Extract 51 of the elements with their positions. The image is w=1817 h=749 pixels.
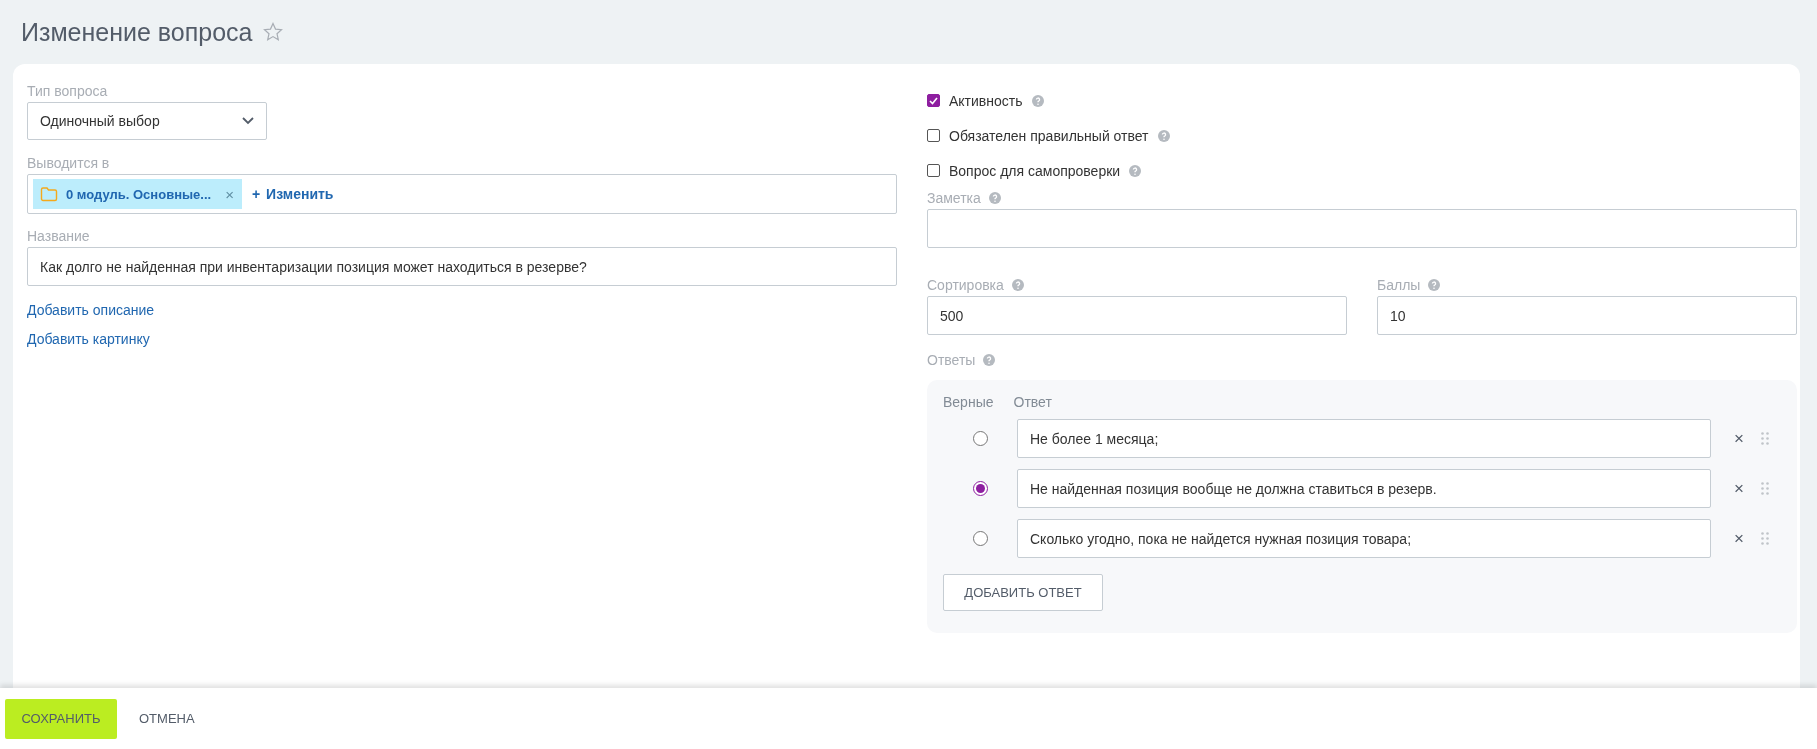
sort-field[interactable]: 500 [927, 296, 1347, 335]
checkbox[interactable] [927, 129, 940, 142]
answer-field[interactable]: Не найденная позиция вообще не должна ставиться в резерв. [1017, 469, 1711, 508]
add-answer-button[interactable]: ДОБАВИТЬ ОТВЕТ [943, 574, 1103, 611]
save-button[interactable]: СОХРАНИТЬ [5, 698, 117, 739]
correct-radio[interactable] [972, 481, 988, 496]
note-field[interactable] [927, 209, 1797, 248]
checkbox[interactable] [927, 164, 940, 177]
correct-radio[interactable] [972, 531, 988, 546]
column-header: Ответ [1013, 394, 1052, 410]
add-link[interactable]: Добавить картинку [27, 331, 150, 347]
help-icon[interactable] [983, 354, 996, 366]
points-field[interactable]: 10 [1377, 296, 1797, 335]
cancel-button[interactable]: ОТМЕНА [129, 698, 205, 739]
answer-field[interactable]: Не более 1 месяца; [1017, 419, 1711, 458]
column-header: Верные [943, 394, 994, 410]
shown-in-field[interactable]: 0 модуль. Основные... × + Изменить [27, 174, 897, 214]
change-link[interactable]: + Изменить [251, 186, 334, 202]
drag-handle-icon[interactable] [1761, 432, 1769, 445]
add-link[interactable]: Добавить описание [27, 302, 155, 318]
page-title: Изменение вопроса [21, 17, 253, 47]
field-label: Название [27, 228, 91, 244]
field-label: Сортировка [927, 277, 1004, 293]
answer-field[interactable]: Сколько угодно, пока не найдется нужная позиция товара; [1017, 519, 1711, 558]
help-icon[interactable] [1157, 129, 1170, 142]
correct-radio[interactable] [972, 431, 988, 446]
checkbox-label: Активность [949, 92, 1023, 109]
field-label: Тип вопроса [27, 83, 109, 99]
checkbox[interactable] [927, 94, 940, 107]
help-icon[interactable] [1031, 94, 1044, 107]
remove-answer-button[interactable]: × [1729, 478, 1749, 499]
field-label: Ответы [927, 352, 976, 368]
chevron-down-icon [242, 117, 254, 125]
folder-tag[interactable]: 0 модуль. Основные... × [33, 179, 242, 209]
help-icon[interactable] [1011, 279, 1024, 291]
question-type-select[interactable]: Одиночный выбор [27, 102, 267, 140]
help-icon[interactable] [1129, 164, 1142, 177]
help-icon[interactable] [988, 192, 1001, 204]
field-label: Баллы [1377, 277, 1421, 293]
remove-answer-button[interactable]: × [1729, 428, 1749, 449]
drag-handle-icon[interactable] [1761, 482, 1769, 495]
field-label: Заметка [927, 190, 981, 206]
folder-icon [40, 186, 58, 202]
checkbox-label: Обязателен правильный ответ [949, 127, 1149, 144]
name-field[interactable]: Как долго не найденная при инвентаризации позиция может находиться в резерве? [27, 247, 897, 286]
star-icon[interactable] [262, 22, 283, 42]
remove-answer-button[interactable]: × [1729, 528, 1749, 549]
checkbox-label: Вопрос для самопроверки [949, 162, 1121, 179]
help-icon[interactable] [1428, 279, 1441, 291]
drag-handle-icon[interactable] [1761, 532, 1769, 545]
field-label: Выводится в [27, 155, 111, 171]
